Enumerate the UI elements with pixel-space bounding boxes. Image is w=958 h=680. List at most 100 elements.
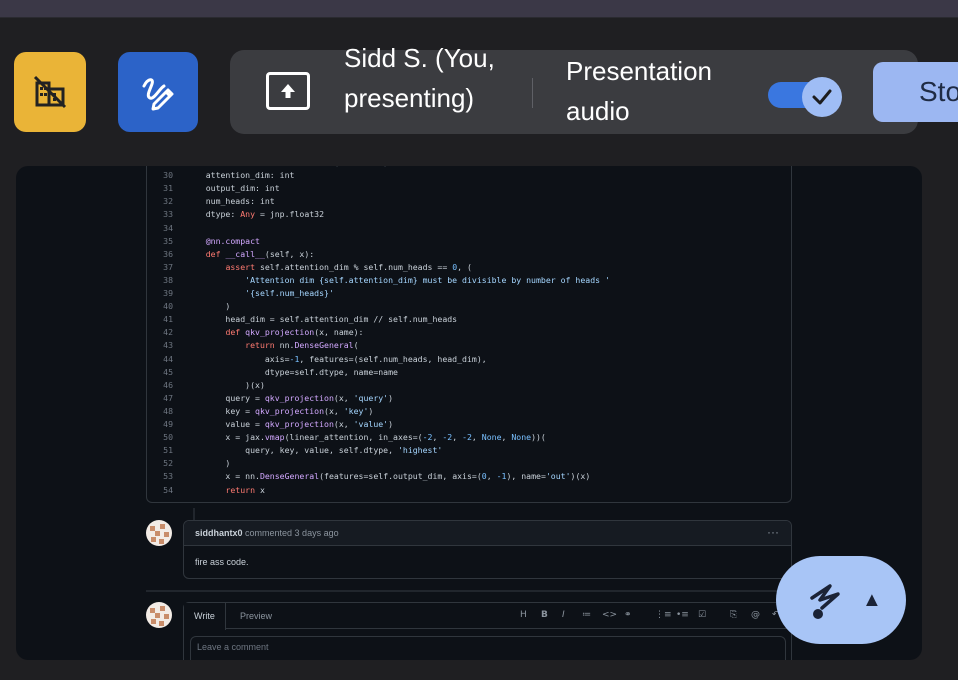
code-line: 52 ) <box>147 457 230 470</box>
presenter-label: Sidd S. (You, presenting) <box>344 43 495 113</box>
stop-presenting-button[interactable]: Stop <box>873 62 958 122</box>
tab-write[interactable]: Write <box>184 603 226 630</box>
code-text: 'Attention dim {self.attention_dim} must… <box>245 274 610 285</box>
code-text: query, key, value, self.dtype, 'highest' <box>186 445 443 456</box>
line-number: 33 <box>163 209 173 220</box>
line-number: 40 <box>163 301 173 312</box>
code-icon[interactable]: <> <box>602 610 617 620</box>
effects-menu-button[interactable]: ▲ <box>776 556 906 644</box>
present-screen-icon <box>266 72 310 110</box>
line-number: 44 <box>163 353 173 364</box>
code-line: 30 attention_dim: int <box>147 169 294 182</box>
code-text: x = jax.vmap(linear_attention, in_axes=(… <box>186 432 546 443</box>
line-number: 36 <box>163 248 173 259</box>
code-line: 35 @nn.compact <box>147 235 260 248</box>
code-line: 38 'Attention dim {self.attention_dim} m… <box>147 274 610 287</box>
line-number: 32 <box>163 196 173 207</box>
code-text: )(x) <box>186 379 265 390</box>
quote-icon[interactable]: ≔ <box>582 610 591 620</box>
code-text: output_dim: int <box>186 183 280 194</box>
check-icon[interactable] <box>802 77 842 117</box>
code-text: dtype=self.dtype, name=name <box>186 366 398 377</box>
code-block: 29class MultiHeadLinearAttention(nn.Modu… <box>146 166 792 503</box>
comment-header: siddhantx0 commented 3 days ago ··· <box>184 521 791 546</box>
code-text: assert self.attention_dim % self.num_hea… <box>225 261 472 272</box>
line-number: 42 <box>163 327 173 338</box>
line-number: 31 <box>163 183 173 194</box>
code-line: 34 <box>147 222 186 235</box>
bullet-list-icon[interactable]: •≡ <box>676 610 689 620</box>
code-text: ) <box>186 301 231 312</box>
code-line: 33 dtype: Any = jnp.float32 <box>147 208 324 221</box>
code-text: @nn.compact <box>205 235 260 246</box>
code-line: 42 def qkv_projection(x, name): <box>147 326 363 339</box>
link-icon[interactable]: ⚭ <box>624 610 632 620</box>
code-text: axis=-1, features=(self.num_heads, head_… <box>186 353 487 364</box>
presenting-bar: Sidd S. (You, presenting) Presentation a… <box>230 43 918 134</box>
code-line: 37 assert self.attention_dim % self.num_… <box>147 261 472 274</box>
code-text: return x <box>225 484 265 495</box>
avatar[interactable] <box>146 602 172 628</box>
line-number: 52 <box>163 458 173 469</box>
timeline-divider <box>146 590 792 592</box>
comment-author[interactable]: siddhantx0 <box>195 528 243 538</box>
attach-icon[interactable]: ⎘ <box>730 610 737 620</box>
code-line: 45 dtype=self.dtype, name=name <box>147 366 398 379</box>
line-number: 45 <box>163 366 173 377</box>
code-line: 49 value = qkv_projection(x, 'value') <box>147 418 393 431</box>
numbered-list-icon[interactable]: ⋮≡ <box>655 610 672 620</box>
code-line: 53 x = nn.DenseGeneral(features=self.out… <box>147 470 590 483</box>
more-options-icon[interactable]: ··· <box>767 521 779 543</box>
bold-icon[interactable]: B <box>541 610 548 620</box>
code-line: 40 ) <box>147 300 230 313</box>
line-number: 43 <box>163 340 173 351</box>
code-line: 39 '{self.num_heads}' <box>147 287 334 300</box>
annotate-button[interactable] <box>118 52 198 132</box>
line-number: 35 <box>163 235 173 246</box>
code-line: 32 num_heads: int <box>147 195 275 208</box>
comment-card: siddhantx0 commented 3 days ago ··· fire… <box>183 520 792 579</box>
code-line: 36 def __call__(self, x): <box>147 248 314 261</box>
line-number: 30 <box>163 170 173 181</box>
effects-sparkle-icon <box>810 584 840 619</box>
chevron-up-icon[interactable]: ▲ <box>862 589 882 612</box>
code-line: 54 return x <box>147 484 265 497</box>
code-text: def __call__(self, x): <box>205 248 315 259</box>
tab-preview[interactable]: Preview <box>230 603 282 629</box>
line-number: 54 <box>163 484 173 495</box>
comment-body: fire ass code. <box>195 557 249 567</box>
line-number: 48 <box>163 405 173 416</box>
code-line: 41 head_dim = self.attention_dim // self… <box>147 313 457 326</box>
comment-editor: Write Preview H B I ≔ <> ⚭ ⋮≡ •≡ ☑ ⎘ @ ↶… <box>183 602 792 660</box>
code-line: 48 key = qkv_projection(x, 'key') <box>147 405 373 418</box>
background-effect-button[interactable] <box>14 52 86 132</box>
mention-icon[interactable]: @ <box>751 610 760 620</box>
line-number: 38 <box>163 274 173 285</box>
line-number: 53 <box>163 471 173 482</box>
line-number: 37 <box>163 261 173 272</box>
code-line: 50 x = jax.vmap(linear_attention, in_axe… <box>147 431 546 444</box>
heading-icon[interactable]: H <box>520 610 527 620</box>
code-line: 51 query, key, value, self.dtype, 'highe… <box>147 444 442 457</box>
code-line: 47 query = qkv_projection(x, 'query') <box>147 392 393 405</box>
line-number: 49 <box>163 419 173 429</box>
italic-icon[interactable]: I <box>562 610 565 620</box>
comment-meta: commented 3 days ago <box>245 528 339 538</box>
code-text: key = qkv_projection(x, 'key') <box>186 405 374 416</box>
code-text: ) <box>186 458 231 469</box>
window-top-strip <box>0 0 958 18</box>
code-text: num_heads: int <box>186 196 275 207</box>
code-line: 44 axis=-1, features=(self.num_heads, he… <box>147 353 487 366</box>
line-number: 34 <box>163 222 173 233</box>
code-text: '{self.num_heads}' <box>245 288 334 298</box>
background-blur-off-icon <box>33 75 67 109</box>
code-text: x = nn.DenseGeneral(features=self.output… <box>186 471 591 482</box>
code-line: 43 return nn.DenseGeneral( <box>147 339 358 352</box>
task-list-icon[interactable]: ☑ <box>698 610 706 620</box>
divider <box>532 78 533 108</box>
line-number: 47 <box>163 392 173 403</box>
comment-input[interactable]: Leave a comment <box>190 636 786 660</box>
line-number: 39 <box>163 288 173 298</box>
avatar[interactable] <box>146 520 172 546</box>
code-text: head_dim = self.attention_dim // self.nu… <box>186 314 458 325</box>
